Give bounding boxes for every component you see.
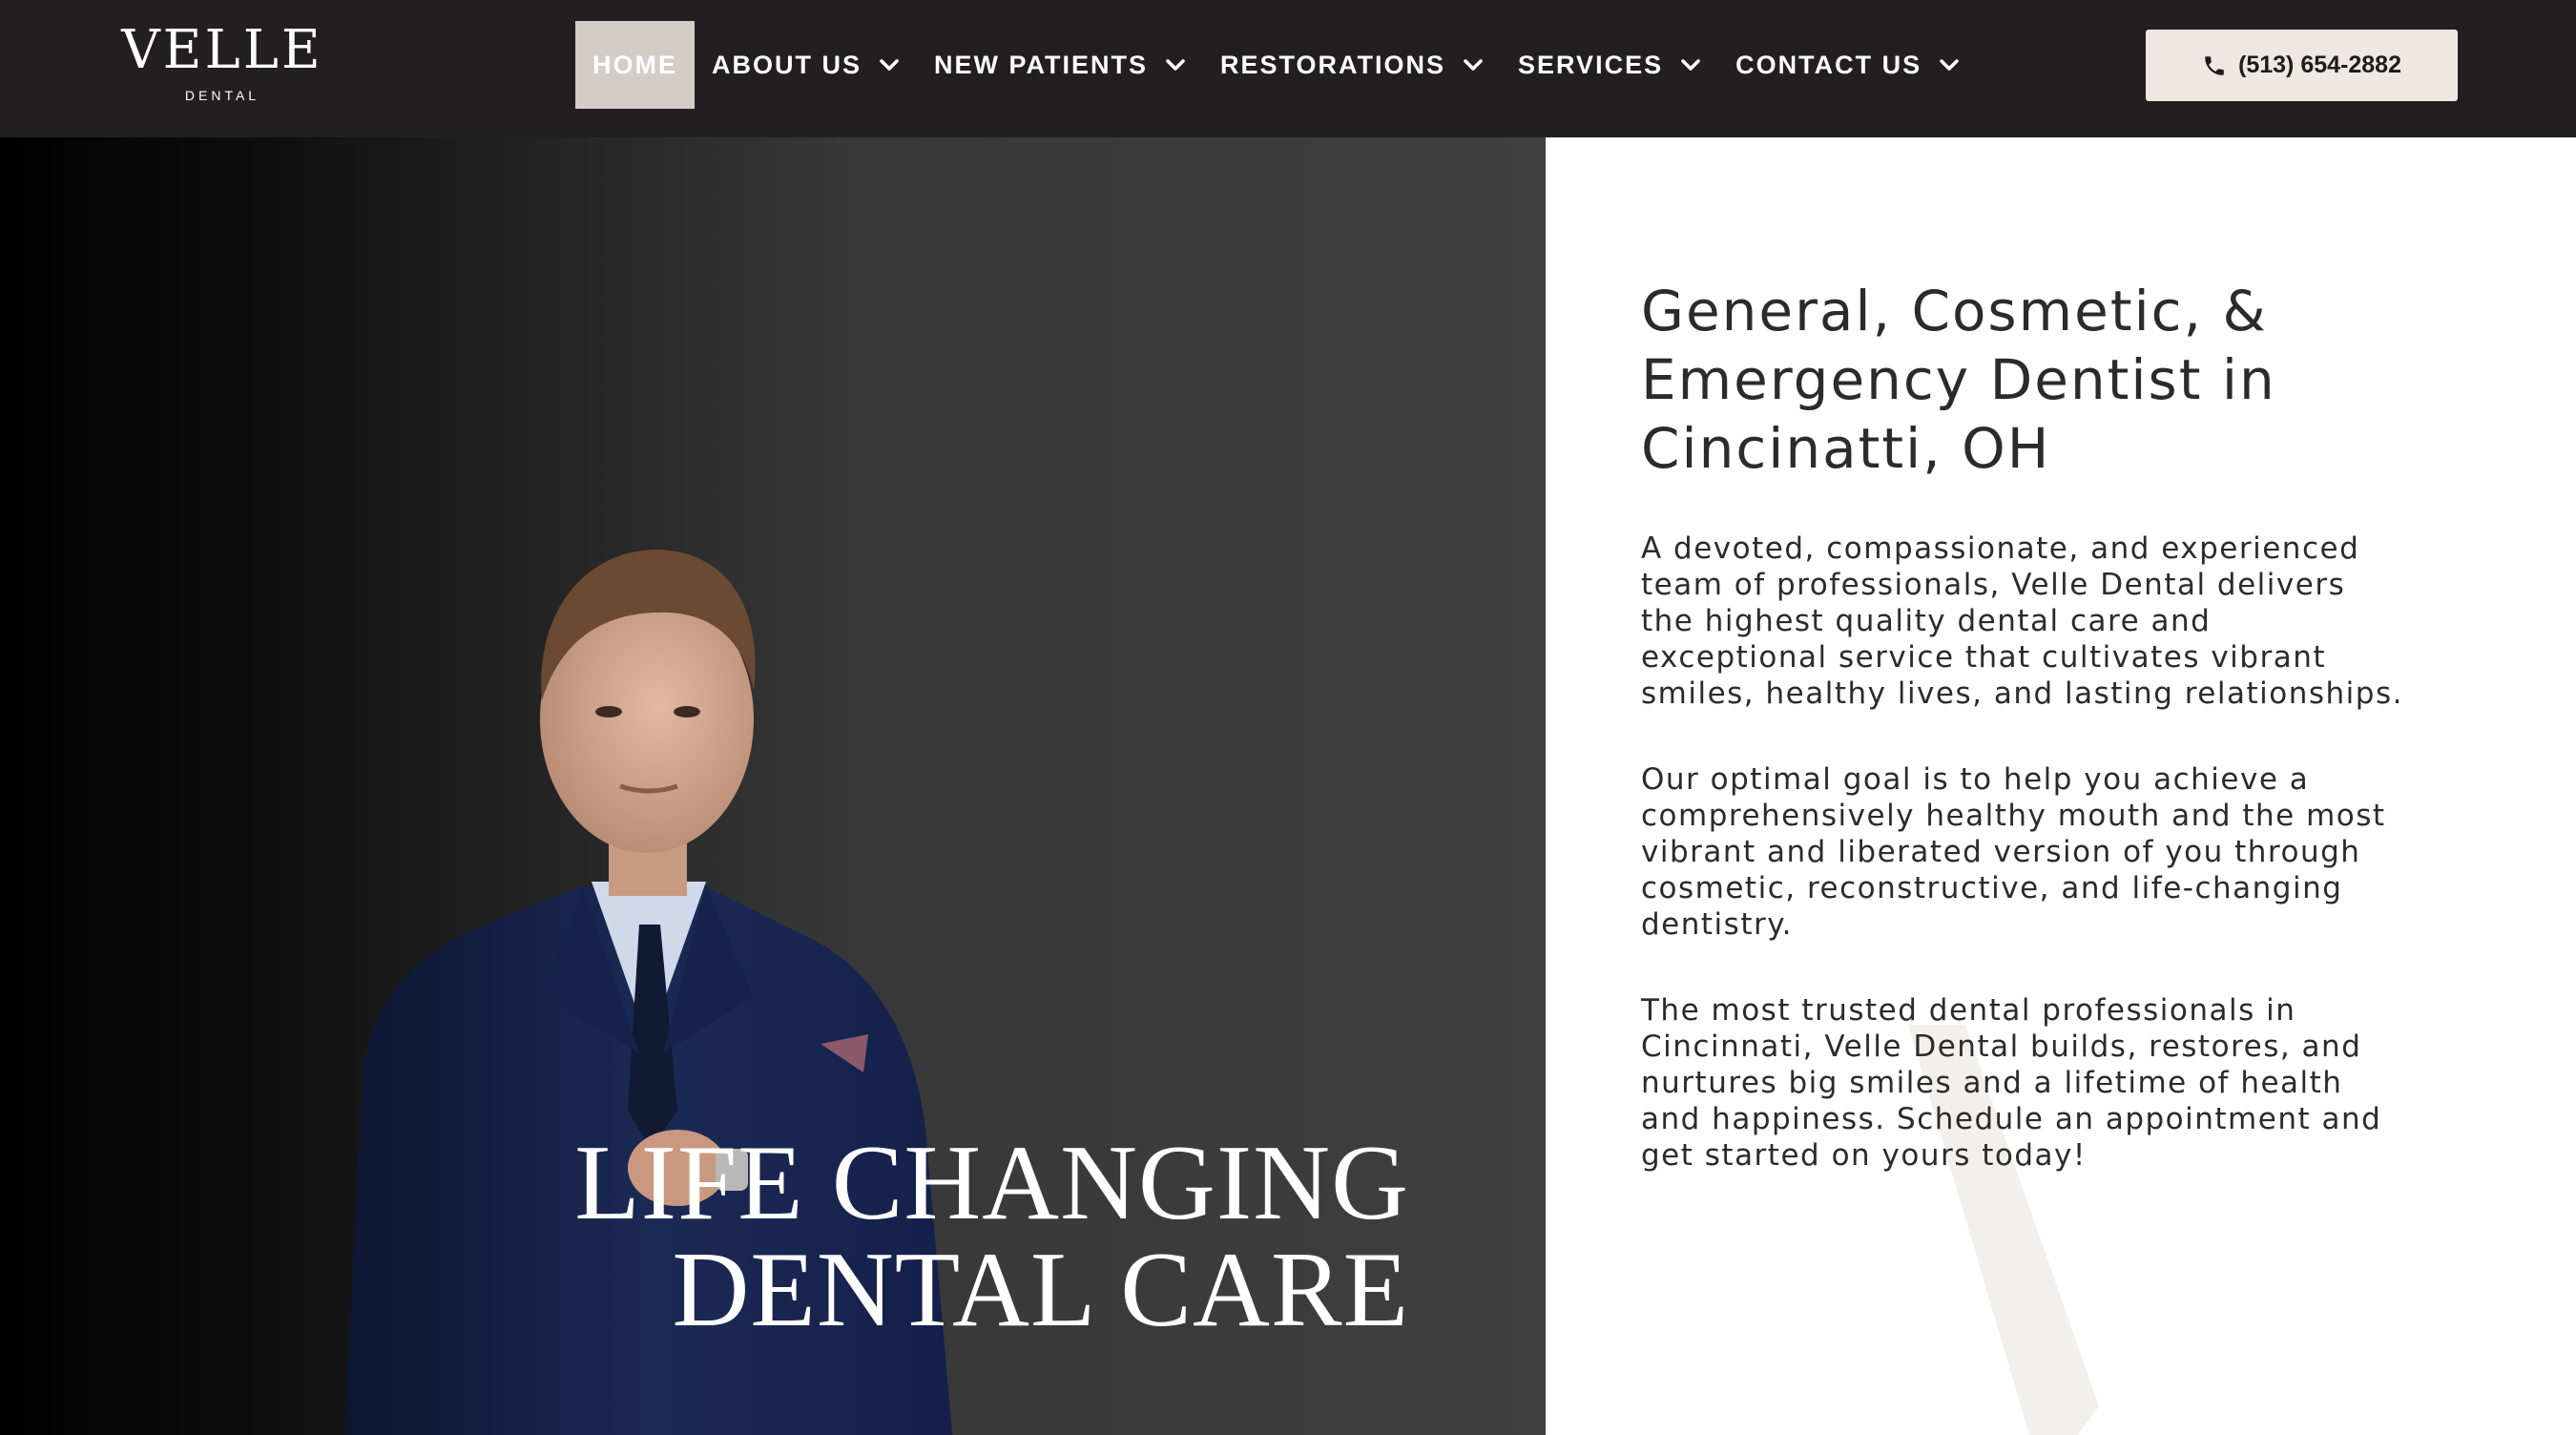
nav-item-label: CONTACT US: [1735, 50, 1922, 79]
nav-item-label: NEW PATIENTS: [934, 50, 1148, 79]
intro-panel: General, Cosmetic, & Emergency Dentist i…: [1546, 137, 2576, 1435]
hero-image-panel: LIFE CHANGING DENTAL CARE: [0, 137, 1546, 1435]
intro-paragraph: Our optimal goal is to help you achieve …: [1641, 762, 2386, 942]
logo-tagline: DENTAL: [184, 88, 260, 103]
phone-icon: [2202, 53, 2227, 78]
chevron-down-icon: [879, 54, 900, 75]
nav-item-label: ABOUT US: [712, 50, 862, 79]
call-phone-button[interactable]: (513) 654-2882: [2146, 30, 2458, 101]
chevron-down-icon: [1463, 54, 1484, 75]
intro-content: General, Cosmetic, & Emergency Dentist i…: [1641, 277, 2404, 1174]
logo-wordmark: VELLE: [121, 19, 323, 81]
nav-item-label: RESTORATIONS: [1220, 50, 1446, 79]
intro-paragraph: The most trusted dental professionals in…: [1641, 993, 2382, 1173]
velle-dental-logo[interactable]: VELLE DENTAL: [113, 21, 332, 107]
site-header: VELLE DENTAL HOME ABOUT US NEW PATIENTS …: [0, 0, 2576, 137]
hero-title-line-2: DENTAL CARE: [672, 1231, 1409, 1349]
nav-item-label: HOME: [592, 50, 677, 79]
chevron-down-icon: [1939, 54, 1960, 75]
chevron-down-icon: [1165, 54, 1186, 75]
intro-headline: General, Cosmetic, & Emergency Dentist i…: [1641, 279, 2276, 481]
hero-title-line-1: LIFE CHANGING: [574, 1124, 1409, 1242]
intro-paragraph: A devoted, compassionate, and experience…: [1641, 531, 2403, 711]
nav-item-restorations[interactable]: RESTORATIONS: [1203, 21, 1501, 109]
main-nav: HOME ABOUT US NEW PATIENTS RESTORATIONS …: [575, 21, 1977, 109]
phone-number-label: (513) 654-2882: [2238, 52, 2401, 78]
nav-item-new-patients[interactable]: NEW PATIENTS: [917, 21, 1203, 109]
nav-item-services[interactable]: SERVICES: [1501, 21, 1718, 109]
nav-item-label: SERVICES: [1518, 50, 1664, 79]
hero-title: LIFE CHANGING DENTAL CARE: [574, 1130, 1409, 1343]
nav-item-contact-us[interactable]: CONTACT US: [1718, 21, 1977, 109]
nav-item-about-us[interactable]: ABOUT US: [695, 21, 917, 109]
chevron-down-icon: [1680, 54, 1701, 75]
nav-item-home[interactable]: HOME: [575, 21, 695, 109]
